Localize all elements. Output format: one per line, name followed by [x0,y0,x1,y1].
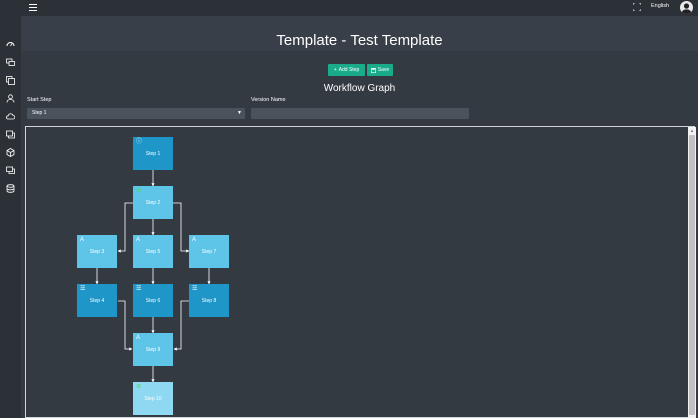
chevron-down-icon: ▼ [237,110,242,116]
vertical-scrollbar[interactable]: ▲ [688,127,696,418]
font-a-icon: A [192,237,197,243]
version-name-label: Version Name [251,97,286,103]
copy-icon[interactable] [6,76,15,85]
plus-icon: + [333,67,337,73]
info-icon: ⓘ [136,139,143,145]
monitors-icon[interactable] [6,58,15,67]
add-step-button[interactable]: + Add Step [328,64,365,76]
scrollbar-thumb[interactable] [689,135,695,415]
workflow-node[interactable]: A Step 9 [133,333,173,366]
workflow-node-label: Step 6 [145,297,161,304]
workflow-node[interactable]: ⚙ Step 10 [133,382,173,415]
page-title: Template - Test Template [276,32,443,49]
list-icon: ☰ [80,286,86,292]
workflow-edge [173,300,189,351]
workflow-node-label: Step 10 [144,395,162,402]
workflow-node[interactable]: ☰ Step 8 [189,284,229,317]
windows-icon[interactable] [6,130,15,139]
gear-icon: ⚙ [136,384,142,390]
workflow-edge [118,300,133,351]
database-icon[interactable] [6,184,15,193]
save-label: Save [377,67,390,73]
language-selector[interactable]: English [651,3,669,9]
workflow-node[interactable]: A Step 3 [77,235,117,268]
avatar[interactable] [680,1,693,14]
app: English Template - Test Template + Add S… [0,0,698,418]
dashboard-icon[interactable] [6,40,15,49]
list-icon: ☰ [136,286,142,292]
font-a-icon: A [136,335,141,341]
workflow-node[interactable]: ☰ Step 4 [77,284,117,317]
workflow-node-label: Step 3 [89,248,105,255]
workflow-node-label: Step 8 [201,297,217,304]
workflow-node-label: Step 5 [145,248,161,255]
version-name-input[interactable] [251,108,469,119]
chat-icon[interactable] [6,166,15,175]
workflow-edge [173,202,190,253]
workflow-node[interactable]: ⓘ Step 1 [133,137,173,170]
font-a-icon: A [80,237,85,243]
user-icon[interactable] [6,94,15,103]
cloud-icon[interactable] [6,112,15,121]
start-step-label: Start Step [27,97,52,103]
start-step-select[interactable]: Step 1 ▼ [27,108,245,119]
workflow-node-label: Step 7 [201,248,217,255]
scroll-up-icon[interactable]: ▲ [690,128,694,133]
workflow-edge [117,202,133,253]
save-icon [370,67,376,73]
workflow-node[interactable]: ☰ Step 6 [133,284,173,317]
package-icon[interactable] [6,148,15,157]
workflow-node[interactable]: A Step 5 [133,235,173,268]
hamburger-menu-icon[interactable] [29,4,37,12]
sidebar [0,16,21,418]
top-bar: English [0,0,698,16]
add-step-label: Add Step [338,67,360,73]
workflow-graph-title: Workflow Graph [323,83,396,94]
workflow-node-label: Step 4 [89,297,105,304]
save-button[interactable]: Save [367,64,393,76]
gear-icon: ⚙ [136,188,142,194]
workflow-canvas[interactable]: ⓘ Step 1 ⚙ Step 2 A Step 3 A Step 5 A Step 7 ☰ Step… [25,126,695,418]
workflow-node[interactable]: A Step 7 [189,235,229,268]
fullscreen-icon[interactable] [633,3,641,11]
start-step-value: Step 1 [32,110,47,116]
workflow-edges [95,170,211,383]
workflow-node-label: Step 2 [145,199,161,206]
font-a-icon: A [136,237,141,243]
workflow-node-label: Step 9 [145,346,161,353]
list-icon: ☰ [192,286,198,292]
workflow-node-label: Step 1 [145,150,161,157]
workflow-node[interactable]: ⚙ Step 2 [133,186,173,219]
